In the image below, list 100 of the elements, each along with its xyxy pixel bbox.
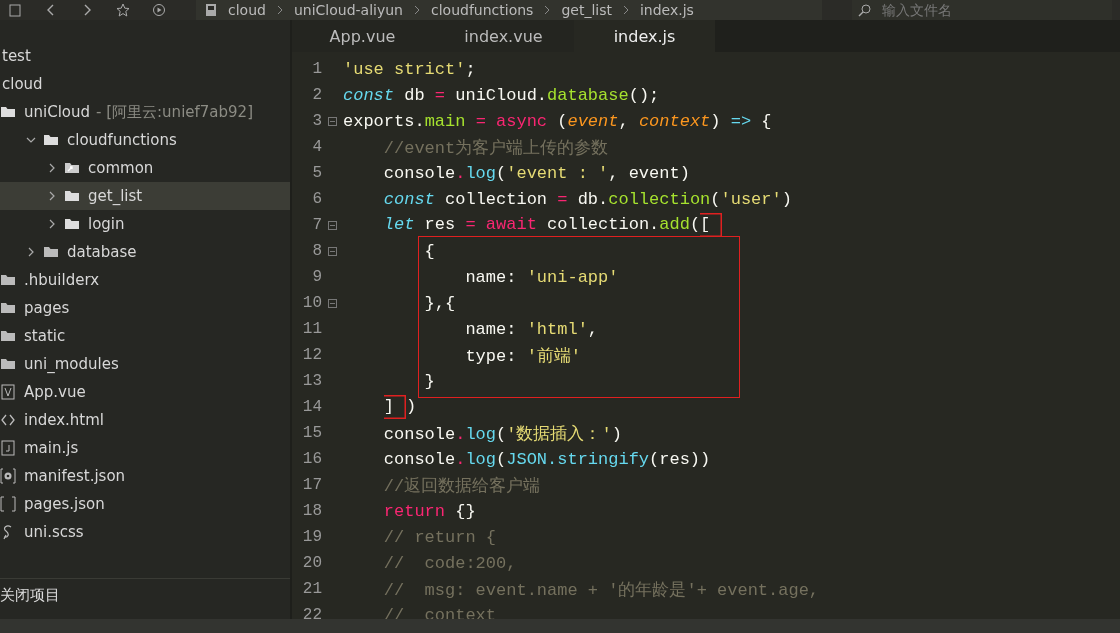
code-line: console.log('数据插入：') (382, 423, 622, 445)
editor-tab[interactable]: index.vue (433, 20, 574, 52)
line-number: 15 (301, 424, 322, 442)
code-line: // return { (382, 527, 497, 547)
breadcrumb-item[interactable]: index.js (639, 2, 694, 18)
tree-item[interactable]: pages.json (0, 490, 290, 518)
tree-item[interactable]: common (0, 154, 290, 182)
tree-item[interactable]: index.html (0, 406, 290, 434)
item-label: static (24, 327, 66, 345)
tree-item[interactable]: cloudfunctions (0, 126, 290, 154)
js-file-icon (0, 440, 16, 456)
line-number: 3 (311, 112, 322, 130)
folder-icon (43, 244, 59, 260)
line-number: 21 (301, 580, 322, 598)
code-line: return {} (382, 501, 476, 521)
code-line: 'use strict'; (343, 59, 476, 79)
vue-file-icon (0, 384, 16, 400)
folder-icon (43, 132, 59, 148)
line-number: 4 (311, 138, 322, 156)
item-label: get_list (88, 187, 143, 205)
play-icon[interactable] (152, 3, 166, 17)
code-line: { (423, 241, 435, 261)
code-line: //返回数据给客户端 (382, 475, 541, 497)
project-detail: - [阿里云:unief7ab92] (96, 102, 253, 122)
tree-item[interactable]: uniCloud - [阿里云:unief7ab92] (0, 98, 290, 126)
line-number: 2 (311, 86, 322, 104)
breadcrumb-item[interactable]: uniCloud-aliyun (293, 2, 403, 18)
code-line: const collection = db.collection('user') (382, 189, 792, 209)
code-line: // msg: event.name + '的年龄是'+ event.age, (382, 579, 820, 601)
line-number: 20 (301, 554, 322, 572)
search-icon (858, 3, 872, 17)
tree-item[interactable]: manifest.json (0, 462, 290, 490)
tree-item[interactable]: test (0, 42, 290, 70)
item-label: database (67, 243, 137, 261)
item-label: index.html (24, 411, 104, 429)
code-line: name: 'html', (464, 319, 599, 339)
chevron-icon (543, 4, 552, 16)
tree-item[interactable]: App.vue (0, 378, 290, 406)
chevron-icon (413, 4, 421, 16)
item-label: common (88, 159, 154, 177)
chevron-icon (275, 4, 284, 16)
search-input[interactable]: 输入文件名 (880, 1, 1084, 19)
code-line: type: '前端' (464, 345, 582, 367)
editor-tab[interactable]: App.vue (292, 20, 433, 52)
star-icon[interactable] (116, 3, 130, 17)
item-label: login (88, 215, 125, 233)
code-line: } (423, 371, 435, 391)
line-number: 13 (301, 372, 322, 390)
line-number: 6 (311, 190, 322, 208)
item-label: uniCloud (24, 103, 91, 121)
folder-icon (64, 216, 80, 232)
code-line: // code:200, (382, 553, 517, 573)
folder-icon (0, 272, 16, 288)
code-line: console.log('event : ', event) (382, 163, 690, 183)
tree-item[interactable]: static (0, 322, 290, 350)
code-file-icon (0, 412, 16, 428)
item-label: cloudfunctions (67, 131, 177, 149)
search-field[interactable]: 输入文件名 (852, 0, 1112, 20)
item-label: test (2, 47, 31, 65)
code-line: let res = await collection.add([ (343, 213, 723, 237)
line-number: 17 (301, 476, 322, 494)
tree-item[interactable]: uni_modules (0, 350, 290, 378)
folder-icon (0, 356, 16, 372)
line-number: 7 (311, 216, 322, 234)
tree-item[interactable]: pages (0, 294, 290, 322)
page-icon[interactable] (8, 3, 22, 17)
tree-item[interactable]: .hbuilderx (0, 266, 290, 294)
code-line: ] ) (343, 395, 417, 419)
item-label: cloud (2, 75, 43, 93)
tree-item[interactable]: main.js (0, 434, 290, 462)
file-icon (204, 3, 218, 17)
breadcrumb-item[interactable]: cloud (228, 2, 266, 18)
chevron-icon (621, 4, 630, 16)
tree-item[interactable]: uni.scss (0, 518, 290, 546)
folder-shortcut-icon (64, 160, 80, 176)
item-label: manifest.json (24, 467, 126, 485)
code-line: console.log(JSON.stringify(res)) (382, 449, 711, 469)
folder-icon (0, 300, 16, 316)
tree-item[interactable]: login (0, 210, 290, 238)
line-number: 10 (301, 294, 322, 312)
line-number: 8 (311, 242, 322, 260)
editor-tab[interactable]: index.js (574, 20, 715, 52)
breadcrumb-item[interactable]: get_list (561, 2, 612, 18)
close-project-button[interactable]: 关闭项目 (0, 585, 60, 605)
breadcrumb-item[interactable]: cloudfunctions (431, 2, 534, 18)
line-number: 5 (311, 164, 322, 182)
item-label: uni_modules (24, 355, 119, 373)
line-number: 16 (301, 450, 322, 468)
item-label: main.js (24, 439, 79, 457)
line-number: 12 (301, 346, 322, 364)
tree-item[interactable]: cloud (0, 70, 290, 98)
item-label: uni.scss (24, 523, 84, 541)
item-label: .hbuilderx (24, 271, 100, 289)
line-number: 14 (301, 398, 322, 416)
line-number: 19 (301, 528, 322, 546)
code-line: const db = uniCloud.database(); (343, 85, 660, 105)
line-number: 22 (301, 606, 322, 619)
code-line: name: 'uni-app' (464, 267, 619, 287)
tree-item[interactable]: get_list (0, 182, 290, 210)
tree-item[interactable]: database (0, 238, 290, 266)
